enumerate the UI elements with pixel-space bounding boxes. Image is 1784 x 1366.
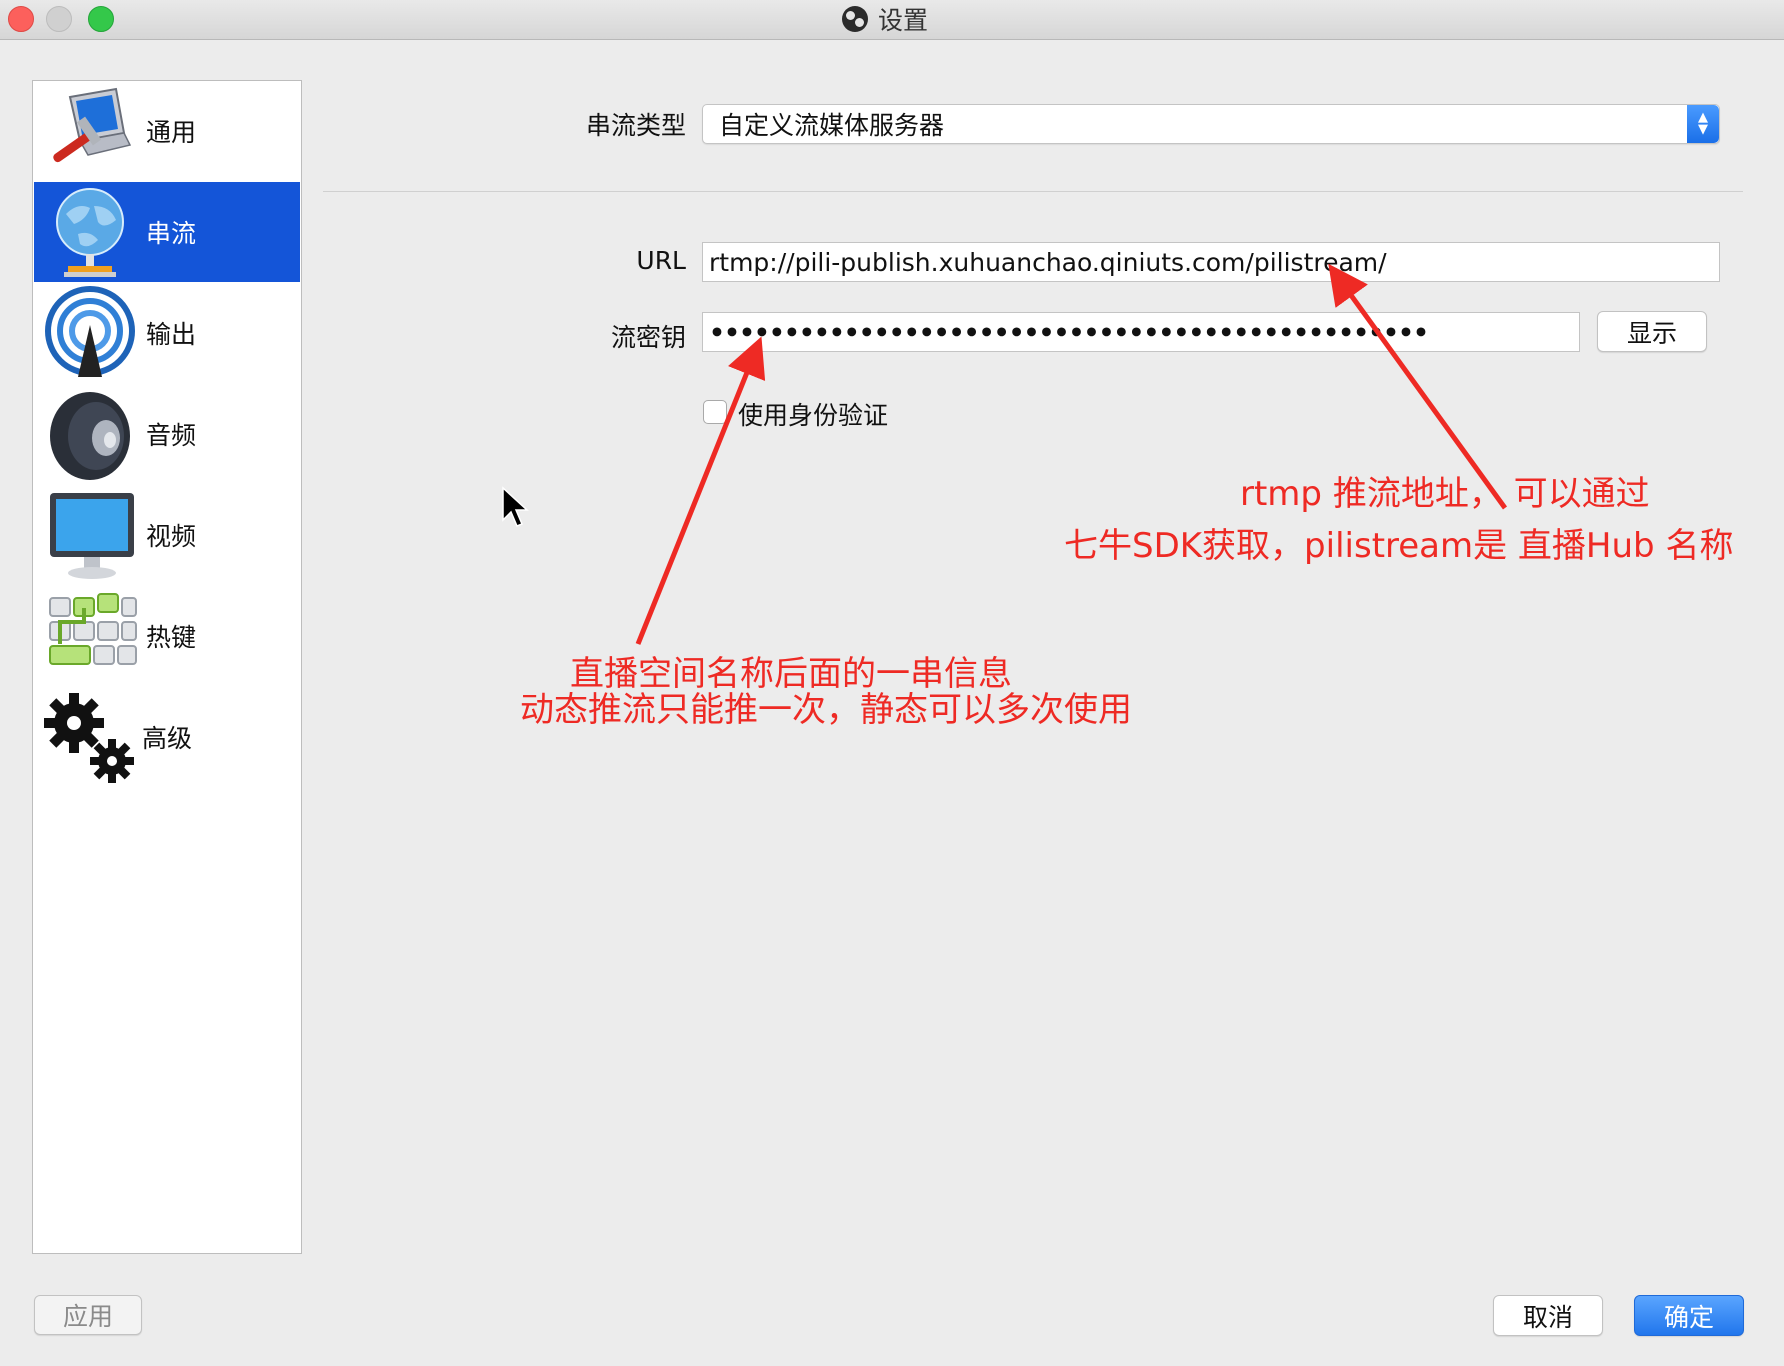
key-arrow: [635, 336, 766, 645]
mouse-cursor-icon: [502, 486, 529, 527]
cancel-button[interactable]: 取消: [1493, 1295, 1603, 1336]
annotation-arrows: [502, 263, 1508, 645]
ok-button[interactable]: 确定: [1634, 1295, 1744, 1336]
url-arrow: [1328, 263, 1508, 510]
apply-button[interactable]: 应用: [34, 1295, 142, 1335]
